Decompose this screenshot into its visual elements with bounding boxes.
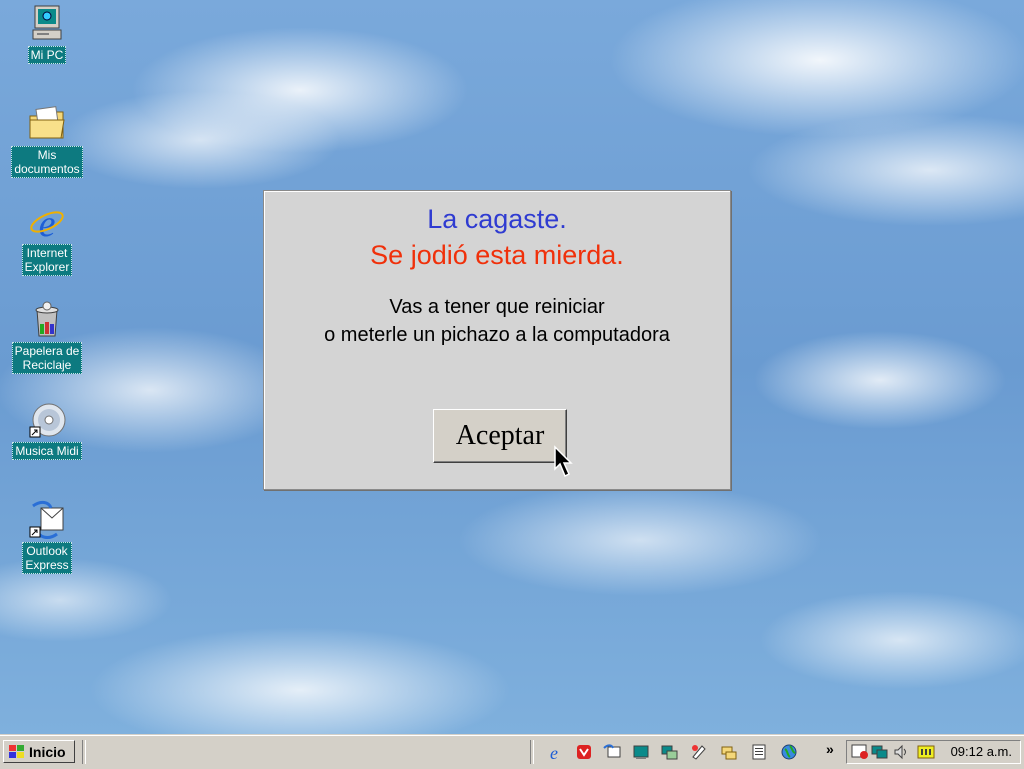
desktop-icon-label: Internet Explorer	[21, 244, 73, 276]
network-icon[interactable]	[660, 743, 678, 761]
windows-logo-icon	[9, 744, 24, 758]
svg-text:e: e	[550, 743, 558, 761]
error-dialog: La cagaste. Se jodió esta mierda. Vas a …	[263, 190, 731, 490]
dialog-message-line-2: o meterle un pichazo a la computadora	[324, 324, 670, 346]
dialog-title-line-2: Se jodió esta mierda.	[370, 240, 624, 270]
desktop-icon-internet-explorer[interactable]: e Internet Explorer	[4, 202, 90, 276]
desktop-icon-musica-midi[interactable]: Musica Midi	[4, 400, 90, 460]
mouse-cursor-icon	[554, 445, 573, 478]
desktop-icon-outlook-express[interactable]: Outlook Express	[4, 500, 90, 574]
globe-icon[interactable]	[780, 743, 798, 761]
desktop-icon-papelera[interactable]: Papelera de Reciclaje	[4, 300, 90, 374]
desktop-icon-label: Mis documentos	[11, 146, 83, 178]
dialog-message-line-1: Vas a tener que reiniciar	[389, 296, 605, 318]
explorer-folders-icon[interactable]	[720, 743, 738, 761]
start-label: Inicio	[29, 743, 66, 760]
dialog-title-line-1: La cagaste.	[427, 204, 567, 234]
outlook-express-icon	[27, 500, 67, 540]
taskbar-separator	[530, 740, 534, 764]
keyboard-tray-icon[interactable]	[917, 744, 935, 760]
desktop-icon-label: Musica Midi	[12, 442, 82, 460]
desktop: Mi PC Misdocumentos e InternetExplorer	[0, 0, 1024, 735]
desktop-icon-mi-pc[interactable]: Mi PC	[4, 4, 90, 64]
taskbar-separator	[82, 740, 86, 764]
start-button[interactable]: Inicio	[3, 740, 75, 763]
document-icon[interactable]	[750, 743, 768, 761]
internet-explorer-icon: e	[27, 202, 67, 245]
taskbar: Inicio e » 09:12 a.m.	[0, 735, 1024, 769]
svg-text:e: e	[39, 203, 56, 242]
aceptar-button[interactable]: Aceptar	[433, 409, 567, 463]
outlook-express-icon[interactable]	[603, 743, 621, 761]
scheduler-icon[interactable]	[851, 744, 869, 760]
computer-icon	[27, 4, 67, 44]
cd-shortcut-icon	[27, 400, 67, 440]
paint-icon[interactable]	[690, 743, 708, 761]
desktop-icon-label: Papelera de Reciclaje	[11, 342, 83, 374]
system-tray: 09:12 a.m.	[846, 740, 1021, 764]
recycle-bin-icon	[27, 300, 67, 340]
desktop-icon-mis-documentos[interactable]: Mis documentos	[4, 104, 90, 178]
desktop-icon-label: Mi PC	[27, 46, 67, 64]
desktop-icon-label: Outlook Express	[22, 542, 72, 574]
show-desktop-icon[interactable]	[632, 743, 650, 761]
quick-launch-chevron[interactable]: »	[826, 741, 834, 757]
folder-icon	[27, 104, 67, 144]
internet-explorer-icon[interactable]: e	[545, 743, 563, 761]
network-tray-icon[interactable]	[871, 744, 889, 760]
volume-icon[interactable]	[893, 744, 909, 760]
shield-app-icon[interactable]	[575, 743, 593, 761]
clock[interactable]: 09:12 a.m.	[951, 744, 1012, 759]
